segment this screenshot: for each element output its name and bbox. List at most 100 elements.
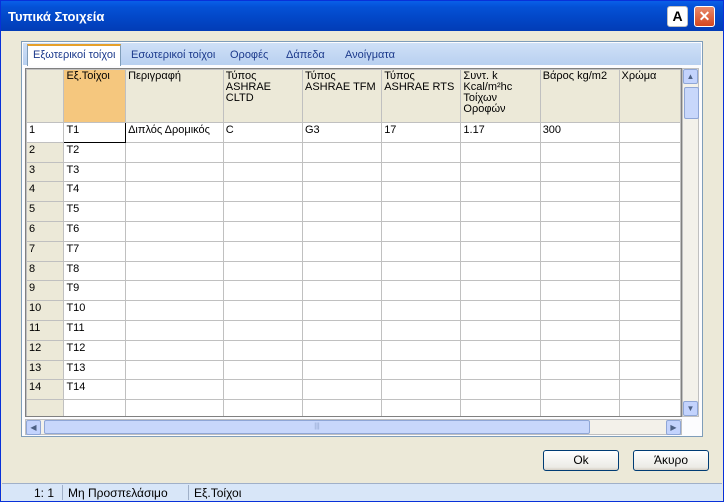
color-cell[interactable] <box>618 300 681 321</box>
description-cell[interactable] <box>125 201 224 222</box>
color-cell[interactable] <box>618 240 681 262</box>
description-cell[interactable] <box>125 161 224 183</box>
ashrae-rts-cell[interactable] <box>381 379 462 401</box>
row-header[interactable]: 8 <box>26 260 65 282</box>
ashrae-tfm-cell[interactable] <box>301 201 383 222</box>
k-coefficient-cell[interactable] <box>460 319 541 341</box>
table-row[interactable]: 2 T2 <box>26 141 681 163</box>
k-coefficient-cell[interactable] <box>460 201 541 222</box>
k-coefficient-cell[interactable] <box>460 240 541 262</box>
color-cell[interactable] <box>618 220 681 242</box>
weight-cell[interactable] <box>539 300 620 321</box>
help-button[interactable]: A <box>667 6 688 27</box>
color-cell[interactable] <box>618 260 681 282</box>
tab-roofs[interactable]: Οροφές <box>230 46 268 66</box>
k-coefficient-cell[interactable] <box>460 220 541 242</box>
ashrae-tfm-cell[interactable] <box>301 141 383 163</box>
grid-corner[interactable] <box>26 69 65 123</box>
row-header[interactable]: 12 <box>26 339 65 361</box>
description-cell[interactable] <box>125 141 224 163</box>
ashrae-tfm-cell[interactable] <box>301 399 383 416</box>
ashrae-tfm-cell[interactable] <box>301 161 383 183</box>
tab-floors[interactable]: Δάπεδα <box>286 46 325 66</box>
ashrae-cltd-cell[interactable] <box>222 161 303 183</box>
ashrae-rts-cell[interactable] <box>381 300 462 321</box>
row-header[interactable]: 11 <box>26 319 65 341</box>
ext-wall-cell[interactable]: T9 <box>63 280 127 302</box>
row-header[interactable] <box>26 399 65 416</box>
color-cell[interactable] <box>618 141 681 163</box>
ashrae-tfm-cell[interactable] <box>301 379 383 401</box>
tab-exterior-walls[interactable]: Εξωτερικοί τοίχοι <box>27 44 122 66</box>
table-row[interactable] <box>26 399 681 416</box>
color-cell[interactable] <box>618 122 681 143</box>
table-row[interactable]: 5 T5 <box>26 201 681 222</box>
k-coefficient-cell[interactable] <box>460 280 541 302</box>
ashrae-tfm-cell[interactable] <box>301 181 383 203</box>
row-header[interactable]: 3 <box>26 161 65 183</box>
horizontal-scroll-thumb[interactable]: ||| <box>44 420 590 434</box>
column-header-k-coefficient[interactable]: Συντ. k Kcal/m²hc Τοίχων Οροφών <box>460 69 541 123</box>
scroll-down-button[interactable]: ▼ <box>683 401 698 416</box>
color-cell[interactable] <box>618 339 681 361</box>
description-cell[interactable] <box>125 379 224 401</box>
ext-wall-cell[interactable]: T7 <box>63 240 127 262</box>
row-header[interactable]: 4 <box>26 181 65 203</box>
color-cell[interactable] <box>618 280 681 302</box>
weight-cell[interactable] <box>539 161 620 183</box>
ashrae-rts-cell[interactable] <box>381 359 462 381</box>
color-cell[interactable] <box>618 319 681 341</box>
table-row[interactable]: 8 T8 <box>26 260 681 282</box>
ashrae-cltd-cell[interactable] <box>222 319 303 341</box>
table-row[interactable]: 4 T4 <box>26 181 681 203</box>
ashrae-rts-cell[interactable] <box>381 201 462 222</box>
ashrae-cltd-cell[interactable] <box>222 300 303 321</box>
vertical-scroll-thumb[interactable] <box>684 87 699 119</box>
ashrae-cltd-cell[interactable] <box>222 141 303 163</box>
ashrae-tfm-cell[interactable] <box>301 260 383 282</box>
description-cell[interactable] <box>125 399 224 416</box>
ashrae-tfm-cell[interactable] <box>301 359 383 381</box>
ashrae-cltd-cell[interactable] <box>222 339 303 361</box>
weight-cell[interactable] <box>539 240 620 262</box>
title-bar[interactable]: Τυπικά Στοιχεία A ✕ <box>1 1 723 31</box>
k-coefficient-cell[interactable]: 1.17 <box>460 122 541 143</box>
weight-cell[interactable] <box>539 201 620 222</box>
ashrae-tfm-cell[interactable] <box>301 240 383 262</box>
ext-wall-cell[interactable]: T5 <box>63 201 127 222</box>
ashrae-cltd-cell[interactable]: C <box>222 122 303 143</box>
ext-wall-cell[interactable]: T13 <box>63 359 127 381</box>
ashrae-cltd-cell[interactable] <box>222 260 303 282</box>
row-header[interactable]: 6 <box>26 220 65 242</box>
weight-cell[interactable] <box>539 141 620 163</box>
weight-cell[interactable] <box>539 399 620 416</box>
weight-cell[interactable] <box>539 220 620 242</box>
ok-button[interactable]: Ok <box>543 450 619 471</box>
table-row[interactable]: 6 T6 <box>26 220 681 242</box>
tab-openings[interactable]: Ανοίγματα <box>345 46 395 66</box>
scroll-left-button[interactable]: ◀ <box>26 420 41 435</box>
ashrae-rts-cell[interactable] <box>381 260 462 282</box>
table-row[interactable]: 10 T10 <box>26 300 681 321</box>
ashrae-cltd-cell[interactable] <box>222 220 303 242</box>
weight-cell[interactable] <box>539 280 620 302</box>
weight-cell[interactable] <box>539 319 620 341</box>
row-header[interactable]: 10 <box>26 300 65 321</box>
description-cell[interactable] <box>125 359 224 381</box>
table-row[interactable]: 12 T12 <box>26 339 681 361</box>
scroll-up-button[interactable]: ▲ <box>683 69 698 84</box>
weight-cell[interactable] <box>539 379 620 401</box>
description-cell[interactable] <box>125 280 224 302</box>
ext-wall-cell[interactable]: T10 <box>63 300 127 321</box>
description-cell[interactable] <box>125 300 224 321</box>
ashrae-rts-cell[interactable] <box>381 240 462 262</box>
ashrae-rts-cell[interactable] <box>381 161 462 183</box>
ashrae-cltd-cell[interactable] <box>222 240 303 262</box>
tab-interior-walls[interactable]: Εσωτερικοί τοίχοι <box>131 46 215 66</box>
k-coefficient-cell[interactable] <box>460 181 541 203</box>
color-cell[interactable] <box>618 201 681 222</box>
ashrae-rts-cell[interactable] <box>381 319 462 341</box>
ashrae-cltd-cell[interactable] <box>222 399 303 416</box>
weight-cell[interactable] <box>539 359 620 381</box>
ext-wall-cell[interactable]: T3 <box>63 161 127 183</box>
